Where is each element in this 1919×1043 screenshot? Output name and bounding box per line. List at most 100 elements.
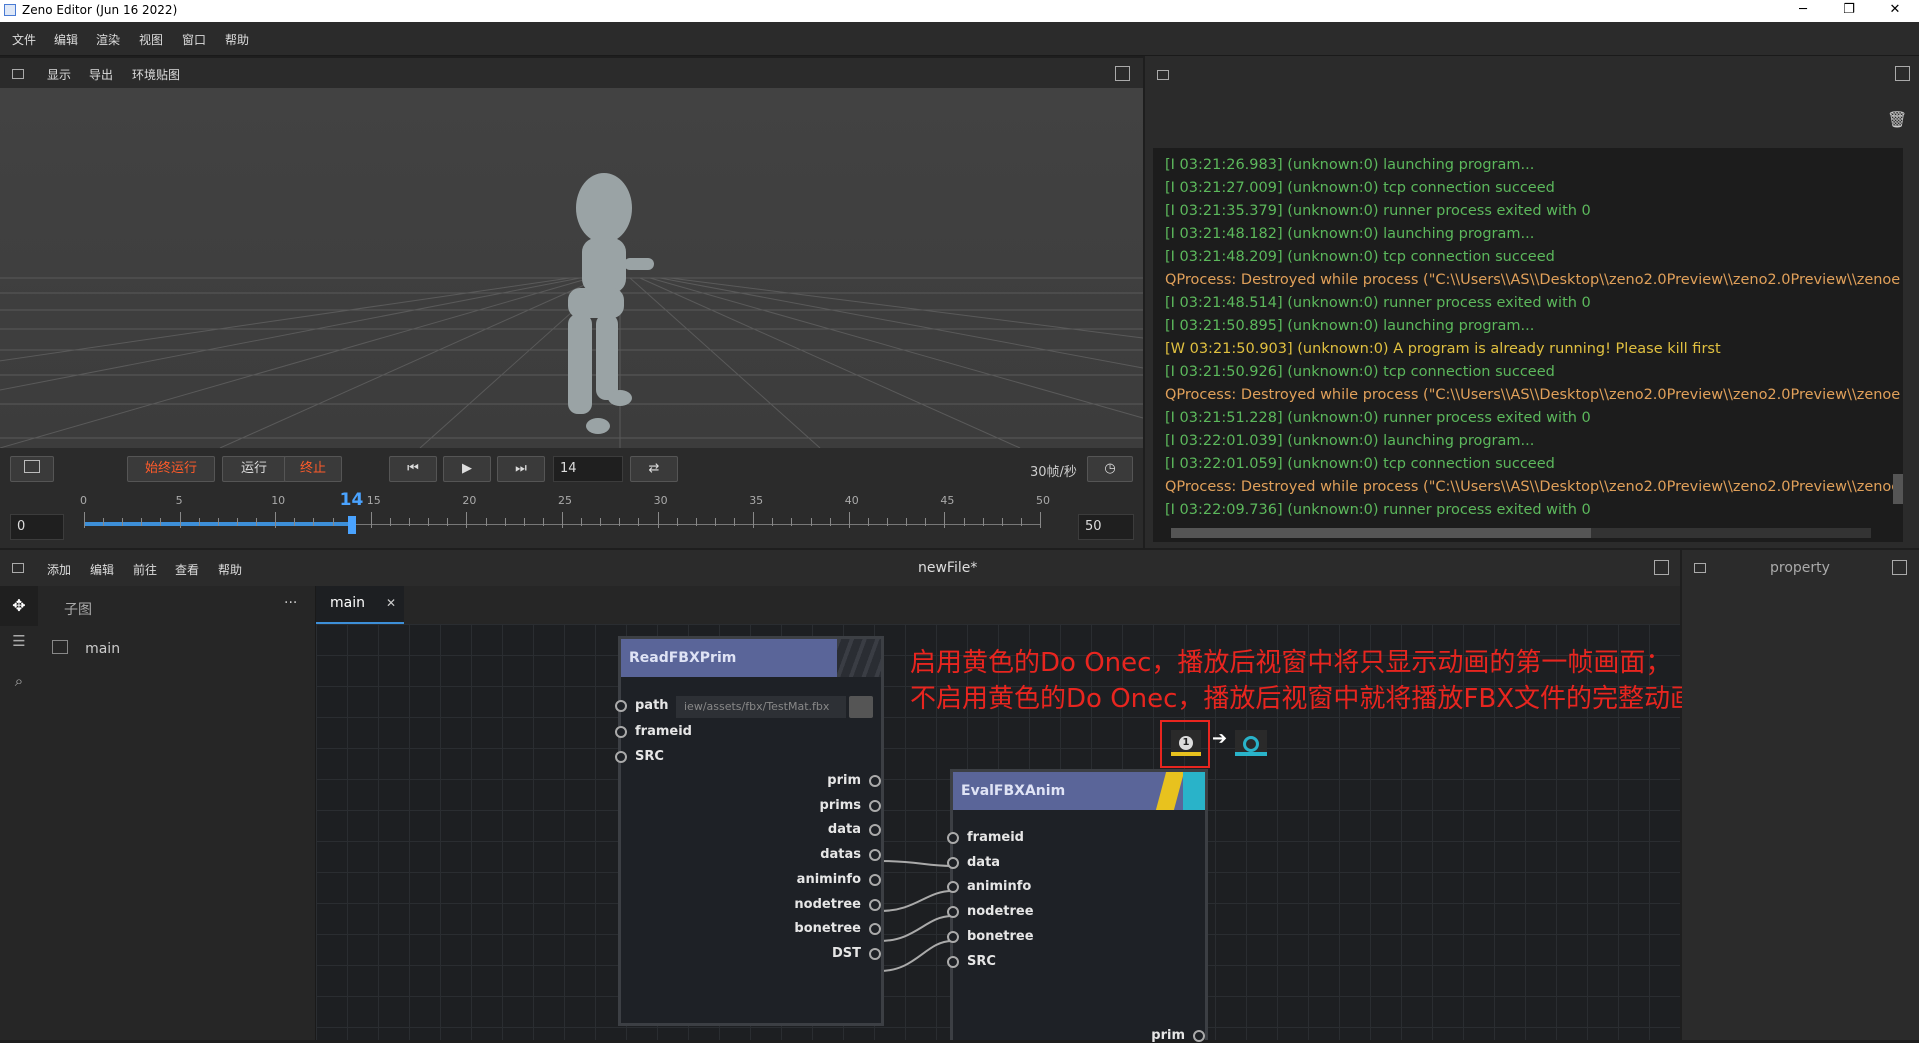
output-socket-dst[interactable] xyxy=(869,947,881,960)
panel-menu-icon[interactable] xyxy=(12,69,24,79)
skip-forward-icon: ⏭ xyxy=(515,461,527,476)
view-toggle[interactable] xyxy=(1183,772,1205,810)
maximize-button[interactable]: ❐ xyxy=(1826,0,1872,22)
menu-edit[interactable]: 编辑 xyxy=(54,31,78,48)
viewport-menu-envmap[interactable]: 环境贴图 xyxy=(132,66,180,83)
input-socket-path[interactable] xyxy=(615,700,627,712)
node-canvas[interactable]: main ✕ ReadFBXPrim path iew/assets/fbx/T… xyxy=(316,586,1722,1043)
end-frame-input[interactable]: 50 xyxy=(1078,514,1134,540)
split-panel-icon[interactable] xyxy=(1892,560,1907,575)
timeline-tick xyxy=(542,518,544,526)
editor-menu-help[interactable]: 帮助 xyxy=(218,561,242,578)
current-frame-marker: 14 xyxy=(339,490,364,510)
input-label-frameid: frameid xyxy=(967,830,1024,845)
input-socket-nodetree[interactable] xyxy=(947,906,959,919)
run-button[interactable]: 运行 xyxy=(222,456,286,482)
editor-menu-edit[interactable]: 编辑 xyxy=(90,561,114,578)
do-once-indicator[interactable]: 1 xyxy=(1171,730,1201,756)
skip-back-icon: ⏮ xyxy=(407,461,419,476)
trash-icon[interactable]: 🗑 xyxy=(1887,110,1907,129)
frame-input[interactable]: 14 xyxy=(553,456,623,482)
panel-menu-icon[interactable] xyxy=(1694,563,1706,573)
output-socket-prim[interactable] xyxy=(1193,1030,1205,1042)
clock-button[interactable]: ◷ xyxy=(1087,456,1133,482)
input-socket-animinfo[interactable] xyxy=(947,881,959,894)
input-socket-src[interactable] xyxy=(615,751,627,763)
minimize-button[interactable]: ─ xyxy=(1780,0,1826,22)
menu-help[interactable]: 帮助 xyxy=(225,31,249,48)
node-header[interactable]: EvalFBXAnim xyxy=(953,772,1205,810)
timeline-tick xyxy=(562,512,563,528)
loop-button[interactable]: ⇄ xyxy=(630,456,678,482)
log-line: [W 03:21:50.903] (unknown:0) A program i… xyxy=(1165,341,1721,357)
input-socket-frameid[interactable] xyxy=(615,726,627,738)
timeline-tick xyxy=(389,518,391,526)
stop-button[interactable]: 终止 xyxy=(284,456,342,482)
timeline-handle[interactable] xyxy=(347,516,356,534)
view-indicator[interactable] xyxy=(1235,730,1267,756)
menu-file[interactable]: 文件 xyxy=(12,31,36,48)
node-graph-icon[interactable]: ✥ xyxy=(0,586,38,626)
subgraph-item[interactable]: main xyxy=(52,638,120,657)
node-evalfbxanim[interactable]: EvalFBXAnim frameid data animinfo nodetree b… xyxy=(947,769,1208,1043)
start-frame-input[interactable]: 0 xyxy=(10,514,64,540)
editor-menu-goto[interactable]: 前往 xyxy=(133,561,157,578)
search-icon[interactable]: ⌕ xyxy=(0,672,38,690)
split-panel-icon[interactable] xyxy=(1895,66,1910,81)
editor-menu-add[interactable]: 添加 xyxy=(47,561,71,578)
timeline-tick xyxy=(485,518,487,526)
path-field[interactable]: iew/assets/fbx/TestMat.fbx xyxy=(676,696,846,718)
scrollbar-thumb[interactable] xyxy=(1171,528,1591,538)
menu-window[interactable]: 窗口 xyxy=(182,31,206,48)
more-options-icon[interactable]: ··· xyxy=(284,595,297,611)
output-socket-data[interactable] xyxy=(869,824,881,837)
timeline-tick xyxy=(294,518,296,526)
input-socket-bonetree[interactable] xyxy=(947,930,959,943)
menu-render[interactable]: 渲染 xyxy=(96,31,120,48)
timeline-tick xyxy=(141,518,143,526)
next-frame-button[interactable]: ⏭ xyxy=(497,456,545,482)
timeline-tick-label: 25 xyxy=(558,494,572,507)
output-socket-nodetree[interactable] xyxy=(869,898,881,911)
timeline-tick-label: 5 xyxy=(175,494,183,507)
viewport-3d[interactable] xyxy=(0,88,1143,448)
close-button[interactable]: ✕ xyxy=(1872,0,1918,22)
playback-controls: 始终运行 运行 终止 ⏮ ▶ ⏭ 14 ⇄ 30帧/秒 ◷ 0 50 0 5 10 1… xyxy=(0,448,1143,548)
output-socket-prims[interactable] xyxy=(869,799,881,812)
prev-frame-button[interactable]: ⏮ xyxy=(389,456,437,482)
node-readfbxprim[interactable]: ReadFBXPrim path iew/assets/fbx/TestMat.… xyxy=(615,636,884,1026)
always-run-button[interactable]: 始终运行 xyxy=(127,456,215,482)
folder-icon[interactable] xyxy=(849,696,873,718)
output-socket-prim[interactable] xyxy=(869,775,881,787)
timeline-tick-label: 30 xyxy=(653,494,668,507)
output-socket-bonetree[interactable] xyxy=(869,923,881,936)
split-panel-icon[interactable] xyxy=(1654,560,1669,575)
clock-icon: ◷ xyxy=(1104,461,1116,476)
viewport-menu-export[interactable]: 导出 xyxy=(89,66,113,83)
timeline-tick xyxy=(1001,518,1003,526)
log-output[interactable]: [I 03:21:26.983] (unknown:0) launching p… xyxy=(1153,148,1903,542)
input-socket-src[interactable] xyxy=(947,955,959,968)
node-options-strip[interactable] xyxy=(837,639,881,677)
output-label-datas: datas xyxy=(820,847,861,863)
input-socket-frameid[interactable] xyxy=(947,832,959,844)
vertical-scrollbar[interactable] xyxy=(1893,474,1903,504)
panel-menu-icon[interactable] xyxy=(12,563,24,573)
menu-view[interactable]: 视图 xyxy=(139,31,163,48)
input-socket-data[interactable] xyxy=(947,856,959,869)
viewport-menu-display[interactable]: 显示 xyxy=(47,66,71,83)
editor-menu-view[interactable]: 查看 xyxy=(175,561,199,578)
timeline-slider[interactable]: 0 5 10 15 20 25 30 35 40 45 50 14 xyxy=(80,490,1050,540)
tree-view-icon[interactable]: ☰ xyxy=(0,632,38,650)
output-label-data: data xyxy=(827,822,861,838)
horizontal-scrollbar[interactable] xyxy=(1171,528,1871,538)
output-socket-animinfo[interactable] xyxy=(869,873,881,886)
timeline-tick xyxy=(791,518,793,526)
do-once-toggle[interactable] xyxy=(1155,772,1185,810)
play-button[interactable]: ▶ xyxy=(443,456,491,482)
screenshot-button[interactable] xyxy=(10,456,54,482)
panel-menu-icon[interactable] xyxy=(1157,70,1169,80)
node-header[interactable]: ReadFBXPrim xyxy=(621,639,881,677)
split-panel-icon[interactable] xyxy=(1115,66,1130,81)
output-socket-datas[interactable] xyxy=(869,849,881,862)
